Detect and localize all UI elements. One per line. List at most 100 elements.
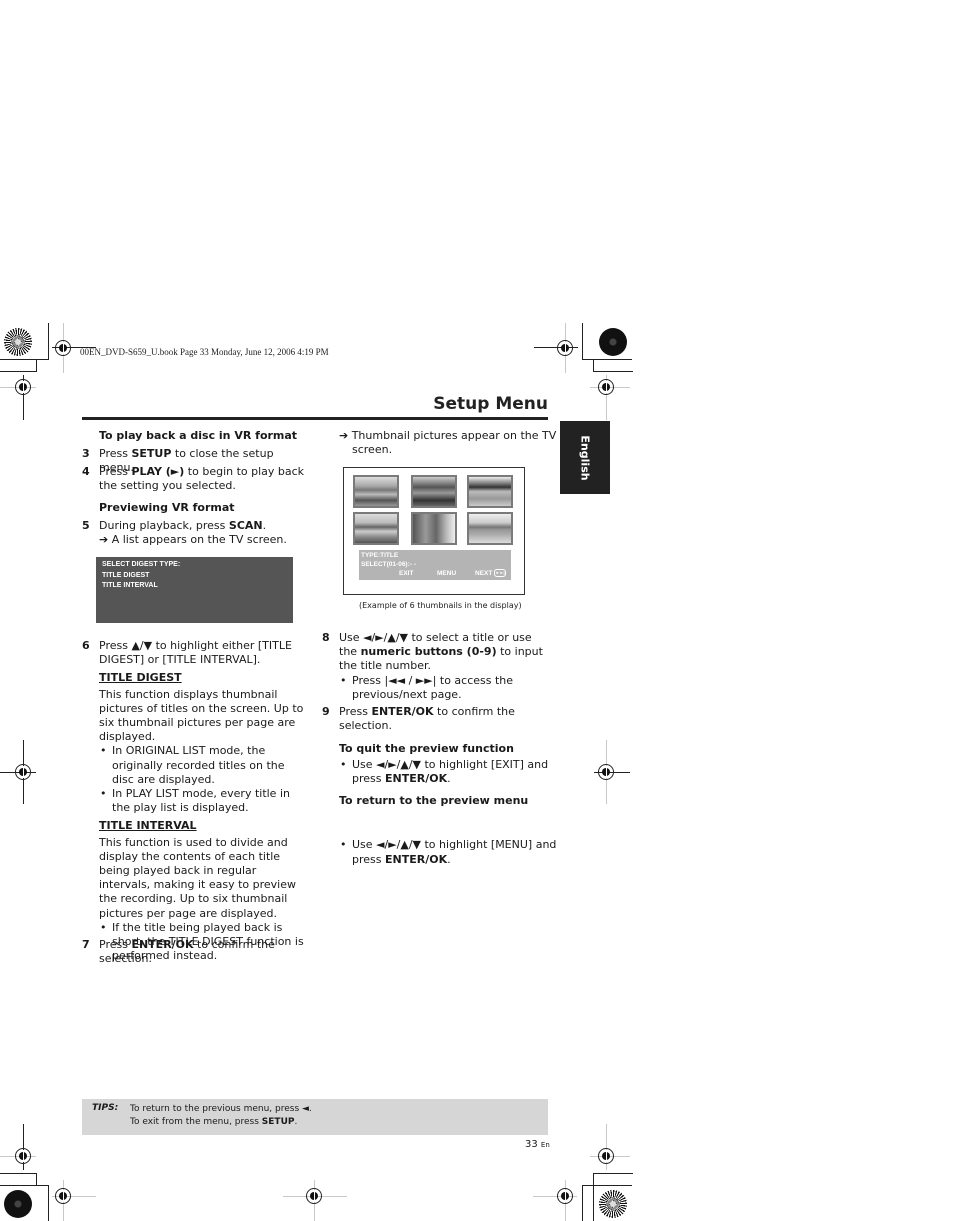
step-text: Press bbox=[99, 465, 132, 478]
crop-line bbox=[593, 1173, 633, 1174]
registration-mark-icon bbox=[598, 1148, 614, 1164]
registration-mark-icon bbox=[598, 764, 614, 780]
step-5: 5 During playback, press SCAN. ➔ A list … bbox=[82, 519, 307, 547]
crop-line bbox=[593, 359, 594, 371]
registration-disc-icon bbox=[4, 328, 32, 356]
thumbnail-image bbox=[411, 512, 457, 545]
crop-line bbox=[48, 1185, 49, 1221]
crop-line bbox=[0, 359, 49, 360]
step-text: During playback, press bbox=[99, 519, 229, 532]
registration-mark-icon bbox=[306, 1188, 322, 1204]
osd-select: SELECT(01-06):- - bbox=[361, 561, 416, 568]
page-title: Setup Menu bbox=[433, 394, 548, 414]
title-digest-body: This function displays thumbnail picture… bbox=[99, 687, 304, 744]
step-text: . bbox=[447, 852, 451, 866]
osd-exit: EXIT bbox=[399, 570, 414, 577]
registration-mark-icon bbox=[598, 379, 614, 395]
crop-line bbox=[36, 359, 37, 371]
registration-mark-icon bbox=[15, 379, 31, 395]
step-7: 7 Press ENTER/OK to confirm the selectio… bbox=[82, 938, 307, 966]
registration-mark-icon bbox=[55, 1188, 71, 1204]
step-number: 8 bbox=[322, 631, 330, 644]
button-name: ENTER/OK bbox=[131, 938, 194, 951]
step-text: . bbox=[262, 519, 267, 532]
page-number: 33 En bbox=[525, 1139, 550, 1150]
step-text: Use ◄/►/▲/▼ to highlight [MENU] and pres… bbox=[352, 838, 557, 866]
registration-mark-icon bbox=[55, 340, 71, 356]
button-name: ENTER/OK bbox=[371, 705, 434, 718]
registration-disc-icon bbox=[4, 1190, 32, 1218]
button-name: SETUP bbox=[261, 1117, 295, 1127]
button-name: PLAY (►) bbox=[131, 465, 185, 478]
thumbnail-image bbox=[353, 512, 399, 545]
registration-mark-icon bbox=[557, 340, 573, 356]
crop-line bbox=[0, 1185, 49, 1186]
step-number: 5 bbox=[82, 519, 90, 532]
step-text: Press bbox=[339, 705, 372, 718]
tv-thumbnail-display: TYPE:TITLE SELECT(01-06):- - EXIT MENU N… bbox=[343, 467, 525, 595]
heading-quit-preview: To quit the preview function bbox=[339, 742, 514, 755]
list-item: Use ◄/►/▲/▼ to highlight [MENU] and pres… bbox=[339, 838, 557, 866]
title-interval-heading: TITLE INTERVAL bbox=[99, 819, 197, 833]
button-name: SCAN bbox=[228, 519, 263, 532]
osd-line: TITLE INTERVAL bbox=[102, 582, 158, 589]
crop-line bbox=[36, 1173, 37, 1185]
registration-mark-icon bbox=[15, 1148, 31, 1164]
registration-disc-icon bbox=[599, 1190, 627, 1218]
crop-line bbox=[582, 1185, 632, 1186]
title-digest-heading: TITLE DIGEST bbox=[99, 671, 182, 685]
thumbnails-result: ➔ Thumbnail pictures appear on the TV sc… bbox=[339, 429, 557, 457]
print-header: 00EN_DVD-S659_U.book Page 33 Monday, Jun… bbox=[80, 347, 329, 357]
step-text: Press ▲/▼ to highlight either [TITLE DIG… bbox=[99, 639, 292, 667]
list-item: In ORIGINAL LIST mode, the originally re… bbox=[99, 744, 307, 787]
osd-line: SELECT DIGEST TYPE: bbox=[102, 561, 181, 568]
osd-next: NEXT ►►| bbox=[473, 569, 507, 578]
display-caption: (Example of 6 thumbnails in the display) bbox=[359, 601, 522, 610]
crop-line bbox=[48, 323, 49, 359]
step-number: 3 bbox=[82, 447, 90, 460]
step-number: 7 bbox=[82, 938, 90, 951]
title-interval-body: This function is used to divide and disp… bbox=[99, 835, 297, 920]
crop-line bbox=[0, 1173, 37, 1174]
button-name: ENTER/OK bbox=[385, 852, 448, 866]
tips-line: To return to the previous menu, press ◄. bbox=[130, 1104, 312, 1114]
crop-line bbox=[582, 359, 632, 360]
tips-line: To exit from the menu, press SETUP. bbox=[130, 1116, 312, 1129]
heading-vr-playback: To play back a disc in VR format bbox=[99, 429, 298, 442]
osd-line: TITLE DIGEST bbox=[102, 571, 150, 579]
thumbnail-image bbox=[411, 475, 457, 508]
osd-thumbnail-bar: TYPE:TITLE SELECT(01-06):- - EXIT MENU N… bbox=[359, 550, 511, 580]
step-number: 4 bbox=[82, 465, 90, 478]
step-text: Press bbox=[99, 938, 132, 951]
step-number: 6 bbox=[82, 639, 90, 652]
crop-line bbox=[0, 371, 37, 372]
list-item: Use ◄/►/▲/▼ to highlight [EXIT] and pres… bbox=[339, 758, 552, 786]
thumbnail-image bbox=[467, 475, 513, 508]
step-result: ➔ A list appears on the TV screen. bbox=[99, 533, 287, 547]
list-item: In PLAY LIST mode, every title in the pl… bbox=[99, 787, 307, 815]
crop-line bbox=[582, 1185, 583, 1221]
step-9: 9 Press ENTER/OK to confirm the selectio… bbox=[322, 705, 550, 733]
page-language: En bbox=[540, 1141, 550, 1149]
registration-disc-icon bbox=[599, 328, 627, 356]
button-name: SETUP bbox=[131, 447, 172, 460]
crop-line bbox=[593, 371, 633, 372]
language-tab-label: English bbox=[578, 434, 592, 481]
tips-text: To exit from the menu, press bbox=[130, 1117, 262, 1127]
button-name: ENTER/OK bbox=[385, 772, 448, 786]
osd-digest-menu: SELECT DIGEST TYPE: TITLE DIGEST TITLE I… bbox=[96, 557, 293, 623]
thumbnail-image bbox=[467, 512, 513, 545]
osd-menu: MENU bbox=[437, 570, 457, 577]
crop-line bbox=[593, 1173, 594, 1221]
heading-return-preview: To return to the preview menu bbox=[339, 794, 529, 807]
step-number: 9 bbox=[322, 705, 330, 718]
registration-mark-icon bbox=[15, 764, 31, 780]
button-name: numeric buttons (0-9) bbox=[360, 645, 497, 659]
step-text: Press bbox=[99, 447, 132, 460]
language-tab: English bbox=[560, 421, 610, 494]
tips-label: TIPS: bbox=[92, 1103, 119, 1113]
tips-box: TIPS: To return to the previous menu, pr… bbox=[82, 1099, 548, 1135]
title-rule bbox=[82, 417, 548, 420]
step-text: . bbox=[447, 772, 451, 786]
osd-next-label: NEXT bbox=[475, 570, 493, 577]
